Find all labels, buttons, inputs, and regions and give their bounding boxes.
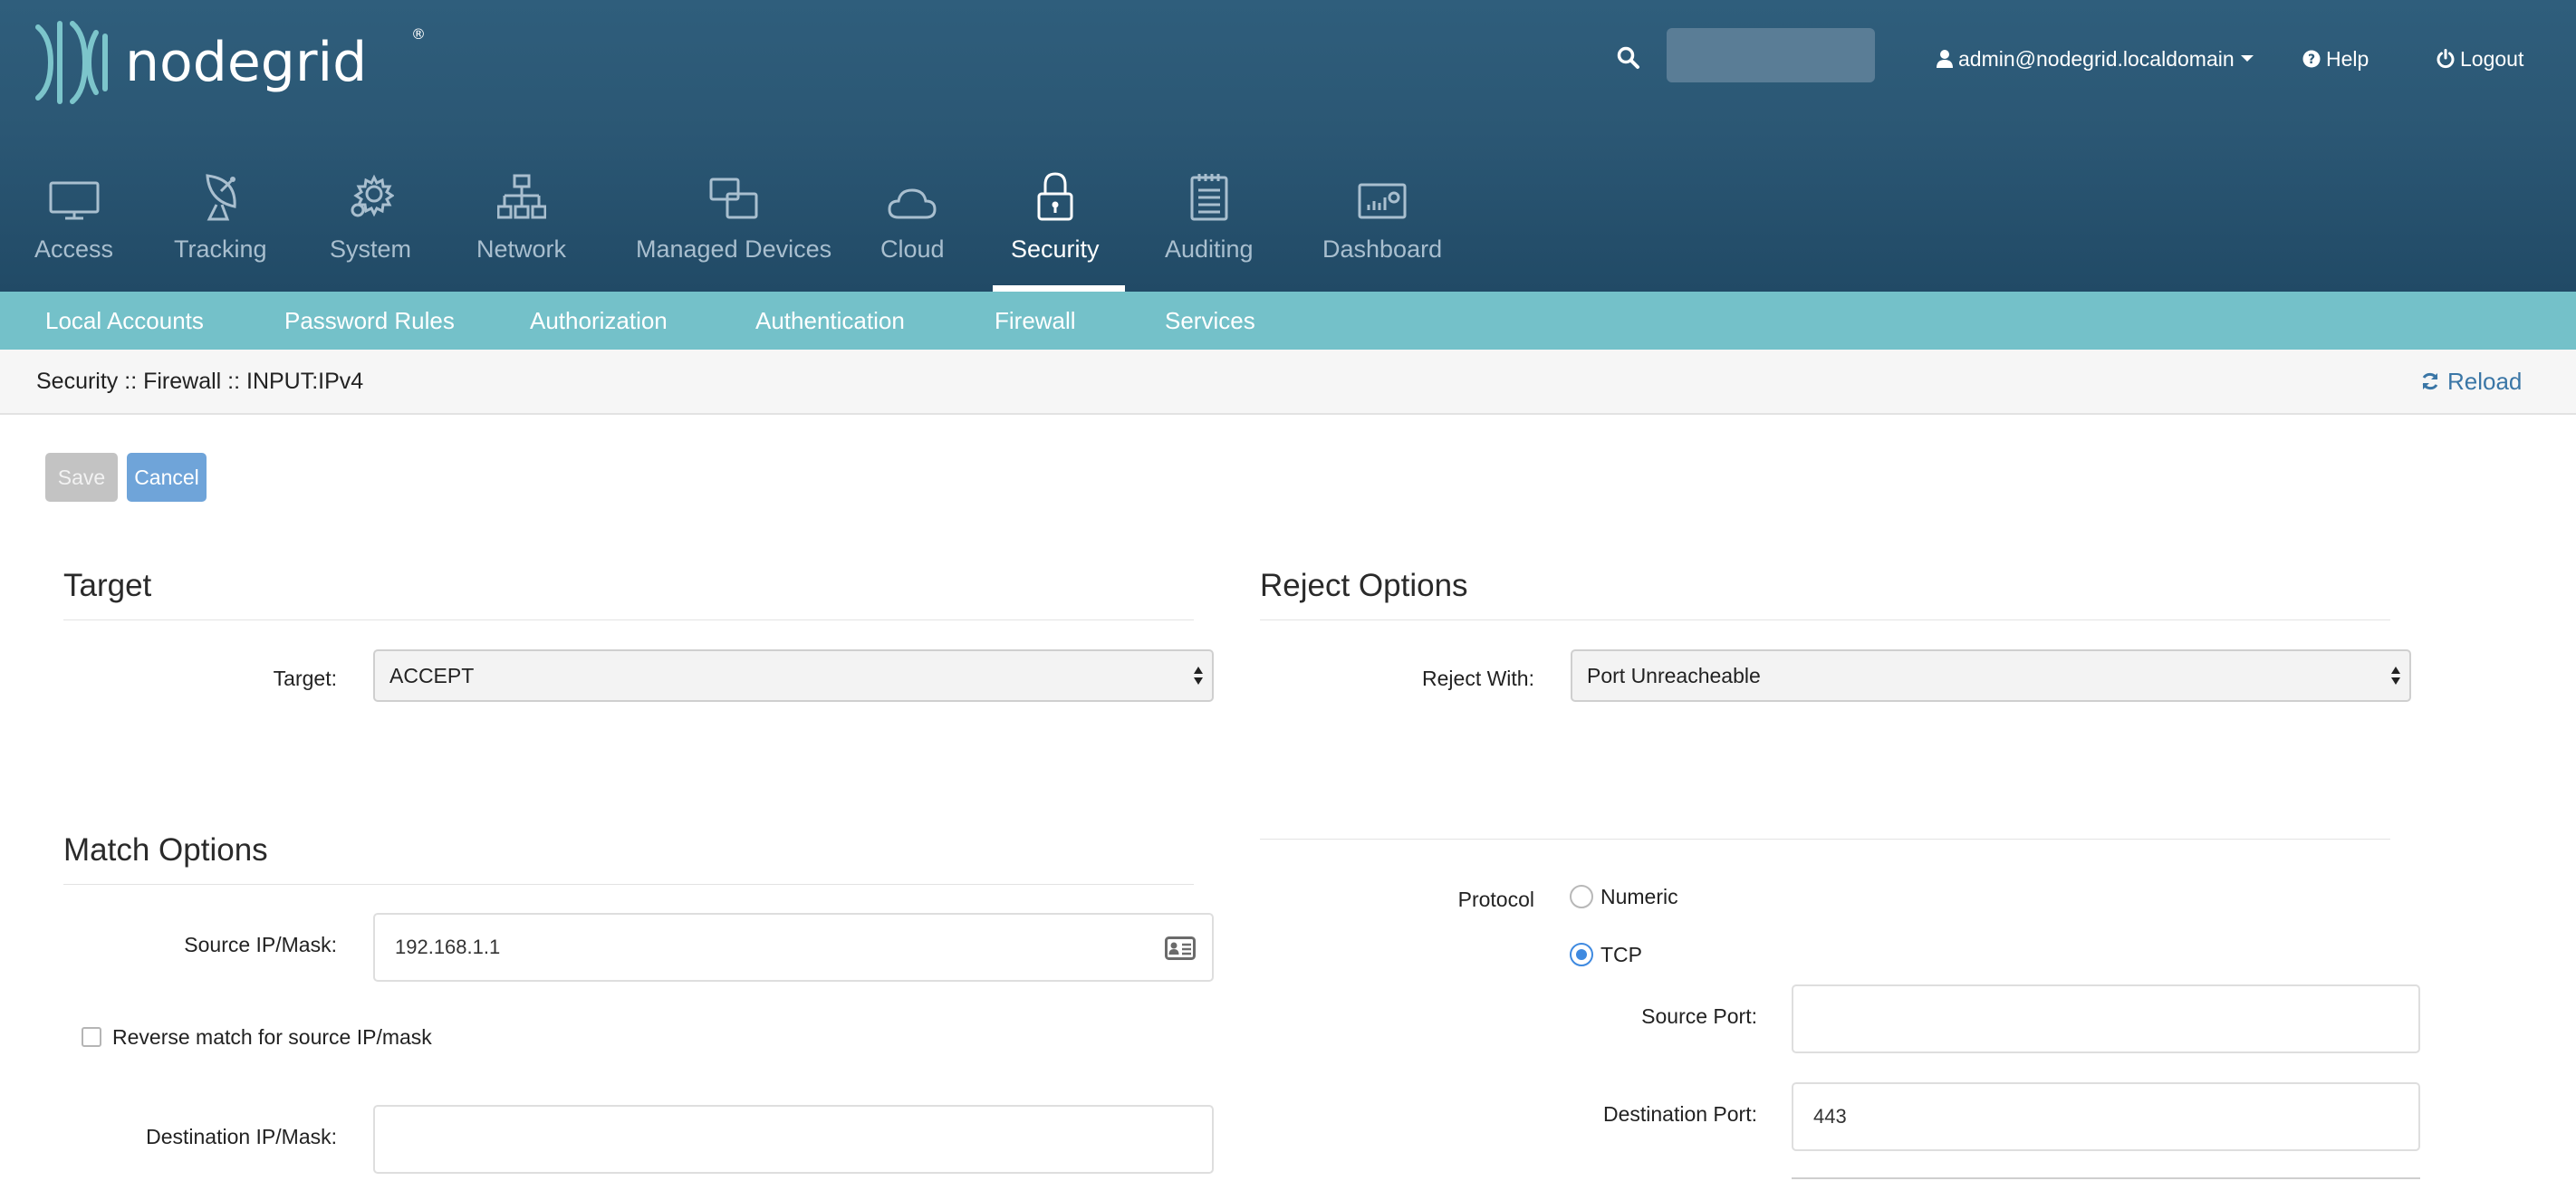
monitor-icon [49, 181, 100, 220]
source-ip-label: Source IP/Mask: [184, 933, 337, 956]
gear-icon [351, 174, 395, 217]
caret-down-icon [2240, 55, 2254, 62]
source-port-input[interactable] [1792, 984, 2420, 1053]
search-icon[interactable] [1616, 45, 1641, 71]
destination-port-input[interactable]: 443 [1792, 1082, 2420, 1151]
reject-with-label: Reject With: [1422, 667, 1534, 690]
nav-managed-devices[interactable]: Managed Devices [636, 163, 831, 292]
top-header: nodegrid ® admin@nodegrid.localdomain ? … [0, 0, 2576, 292]
user-name: admin@nodegrid.localdomain [1958, 46, 2235, 71]
svg-text:?: ? [2308, 53, 2315, 67]
target-select-value: ACCEPT [389, 663, 475, 687]
destination-port-label: Destination Port: [1602, 1102, 1757, 1126]
chart-icon [1358, 183, 1407, 219]
logo-wordmark: nodegrid [125, 31, 368, 94]
reverse-source-label: Reverse match for source IP/mask [112, 1025, 432, 1049]
search-input[interactable] [1667, 28, 1875, 82]
destination-ip-input[interactable] [373, 1105, 1214, 1174]
power-icon [2437, 49, 2455, 69]
target-label: Target: [273, 667, 337, 690]
sub-nav: Local Accounts Password Rules Authorizat… [0, 292, 2576, 350]
subnav-local-accounts[interactable]: Local Accounts [45, 292, 204, 350]
nav-cloud[interactable]: Cloud [880, 163, 945, 292]
question-circle-icon: ? [2302, 50, 2321, 68]
reject-with-select[interactable]: Port Unreacheable [1571, 649, 2411, 702]
source-port-label: Source Port: [1641, 1004, 1757, 1028]
nav-auditing-label: Auditing [1165, 235, 1254, 263]
protocol-tcp-label: TCP [1600, 943, 1642, 966]
subnav-authentication[interactable]: Authentication [755, 292, 905, 350]
target-divider [63, 619, 1194, 620]
reverse-source-checkbox[interactable] [82, 1027, 101, 1047]
breadcrumb-bar: Security :: Firewall :: INPUT:IPv4 Reloa… [0, 350, 2576, 415]
nav-network[interactable]: Network [476, 163, 566, 292]
subnav-authorization[interactable]: Authorization [530, 292, 668, 350]
nodegrid-logo[interactable]: nodegrid ® [33, 20, 426, 105]
match-section-title: Match Options [63, 832, 268, 868]
nav-tracking[interactable]: Tracking [174, 163, 267, 292]
user-menu[interactable]: admin@nodegrid.localdomain [1937, 43, 2260, 74]
refresh-icon [2422, 372, 2438, 390]
nav-cloud-label: Cloud [880, 235, 945, 263]
devices-icon [709, 178, 758, 219]
nav-dashboard[interactable]: Dashboard [1322, 163, 1442, 292]
satellite-dish-icon [206, 174, 236, 221]
nav-auditing[interactable]: Auditing [1165, 163, 1254, 292]
help-link[interactable]: ? Help [2302, 43, 2369, 74]
reject-with-value: Port Unreacheable [1587, 663, 1761, 687]
nav-managed-devices-label: Managed Devices [636, 235, 832, 263]
next-field-edge [1792, 1177, 2420, 1179]
target-select[interactable]: ACCEPT [373, 649, 1214, 702]
subnav-password-rules[interactable]: Password Rules [284, 292, 455, 350]
protocol-numeric-label: Numeric [1600, 885, 1678, 908]
nav-access[interactable]: Access [34, 163, 113, 292]
reload-button[interactable]: Reload [2420, 350, 2522, 413]
destination-ip-label: Destination IP/Mask: [146, 1125, 337, 1148]
nav-tracking-label: Tracking [174, 235, 267, 263]
logout-label: Logout [2460, 46, 2524, 71]
logout-link[interactable]: Logout [2437, 43, 2523, 74]
protocol-numeric-radio[interactable] [1570, 885, 1593, 908]
breadcrumb: Security :: Firewall :: INPUT:IPv4 [36, 369, 364, 394]
source-ip-input[interactable]: 192.168.1.1 [373, 913, 1214, 982]
save-button[interactable]: Save [45, 453, 118, 502]
nav-dashboard-label: Dashboard [1322, 235, 1443, 263]
cancel-button[interactable]: Cancel [127, 453, 207, 502]
match-divider [63, 884, 1194, 885]
network-tree-icon [496, 174, 546, 219]
main-nav: Access Tracking System Network Managed D… [0, 163, 1540, 292]
notepad-icon [1190, 174, 1228, 221]
subnav-services[interactable]: Services [1165, 292, 1255, 350]
source-ip-value: 192.168.1.1 [395, 936, 501, 958]
address-card-icon[interactable] [1165, 936, 1196, 960]
nav-security[interactable]: Security [993, 163, 1124, 292]
reject-divider [1260, 619, 2390, 620]
lock-icon [1037, 172, 1073, 221]
protocol-tcp-radio[interactable] [1570, 943, 1593, 966]
registered-mark: ® [411, 25, 426, 43]
nodegrid-logo-mark-icon [35, 21, 108, 104]
destination-port-value: 443 [1813, 1105, 1847, 1128]
select-arrows-icon [1194, 667, 1203, 685]
nav-security-label: Security [1011, 235, 1100, 263]
cloud-icon [888, 188, 937, 219]
protocol-label: Protocol [1457, 888, 1534, 911]
reload-label: Reload [2447, 367, 2523, 395]
protocol-divider [1260, 839, 2390, 840]
subnav-firewall[interactable]: Firewall [995, 292, 1076, 350]
nav-network-label: Network [476, 235, 567, 263]
reject-section-title: Reject Options [1260, 568, 1468, 603]
user-icon [1937, 50, 1953, 68]
select-arrows-icon [2391, 667, 2400, 685]
help-label: Help [2326, 46, 2369, 71]
nav-access-label: Access [34, 235, 114, 263]
nav-system[interactable]: System [330, 163, 411, 292]
nav-system-label: System [330, 235, 412, 263]
target-section-title: Target [63, 568, 152, 603]
